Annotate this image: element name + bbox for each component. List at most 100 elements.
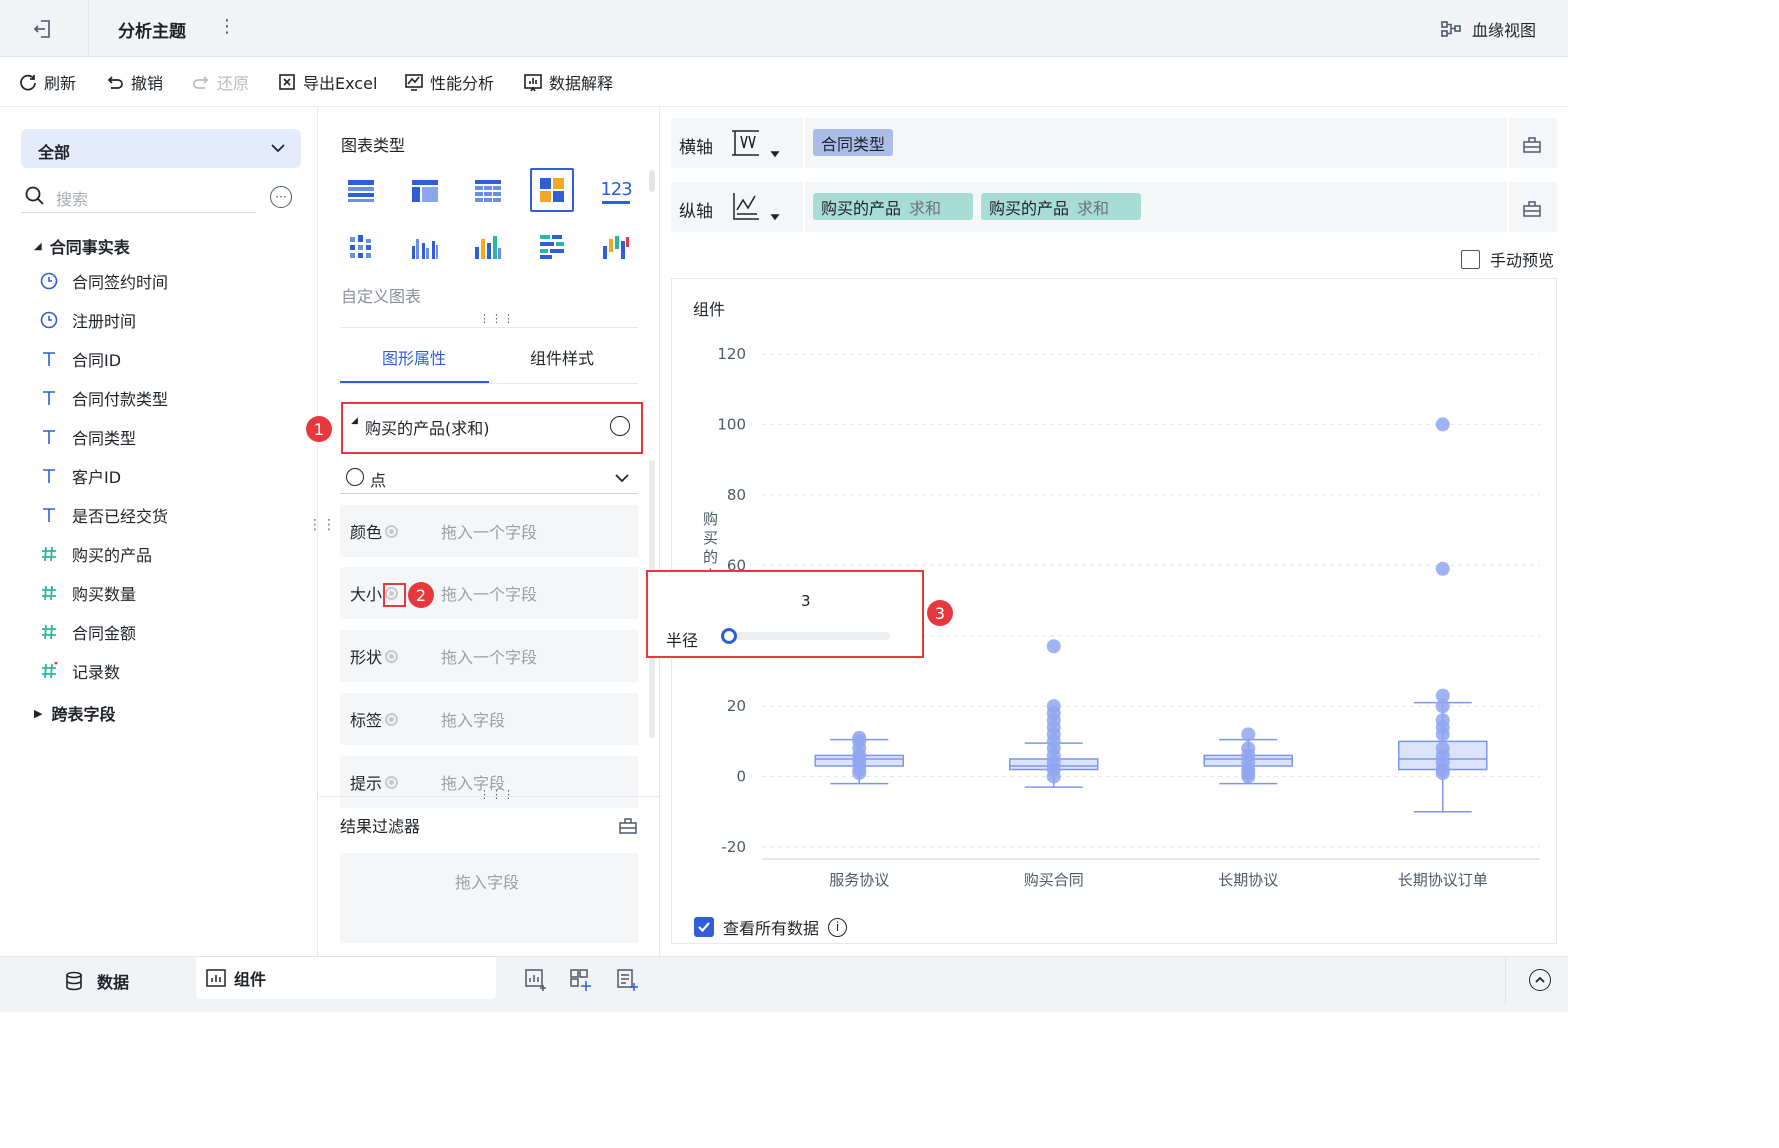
gear-icon[interactable] (385, 712, 399, 726)
step-badge-1: 1 (306, 416, 332, 442)
circle-mark-icon (346, 468, 364, 486)
tab-graph-properties[interactable]: 图形属性 (340, 330, 489, 384)
multi-color-bar-chart-icon[interactable] (597, 228, 635, 266)
redo-icon (193, 76, 209, 89)
x-field-name: 合同类型 (821, 134, 886, 154)
clock-icon (38, 311, 60, 329)
view-all-data-toggle[interactable]: 查看所有数据 i (694, 915, 848, 939)
filter-drop-zone[interactable]: 拖入字段 (340, 853, 638, 943)
info-icon[interactable]: i (828, 917, 848, 937)
dot-matrix-chart-icon[interactable] (342, 228, 380, 266)
data-point (1435, 417, 1450, 432)
mark-type-select[interactable]: 点 (340, 463, 638, 494)
field-label: 合同ID (72, 351, 122, 370)
custom-grid-chart-icon[interactable] (530, 168, 574, 212)
x-axis-label: 横轴 (679, 138, 713, 158)
data-explain-button[interactable]: 数据解释 (523, 70, 613, 94)
drag-handle-icon[interactable]: ⋮⋮⋮ (479, 313, 515, 324)
table-chart-icon[interactable] (342, 172, 380, 210)
field-item[interactable]: 记录数 (38, 658, 120, 684)
field-item[interactable]: 合同付款类型 (38, 385, 168, 411)
more-options-icon[interactable]: ··· (270, 186, 292, 208)
scope-select[interactable]: 全部 (21, 129, 301, 168)
tab-component-style[interactable]: 组件样式 (489, 330, 638, 384)
data-point (1435, 727, 1450, 742)
x-field-pill[interactable]: 合同类型 (813, 129, 894, 156)
field-item[interactable]: 合同金额 (38, 619, 136, 645)
lineage-view-button[interactable]: 血缘视图 (1440, 17, 1536, 41)
checkbox-checked-icon[interactable] (694, 917, 714, 937)
field-item[interactable]: 合同签约时间 (38, 268, 168, 294)
field-item[interactable]: 是否已经交货 (38, 502, 168, 528)
table-node[interactable]: ◢ 合同事实表 (34, 234, 130, 258)
result-filter-title: 结果过滤器 (340, 817, 421, 836)
more-menu-button[interactable]: ⋮ (218, 16, 236, 37)
horizontal-bar-chart-icon[interactable] (533, 228, 571, 266)
property-drop-row[interactable]: 颜色 拖入一个字段 (340, 505, 638, 557)
pivot-table-chart-icon[interactable] (406, 172, 444, 210)
export-excel-button[interactable]: 导出Excel (277, 70, 377, 94)
performance-analysis-button[interactable]: 性能分析 (404, 70, 494, 94)
filter-settings-icon[interactable] (618, 815, 638, 835)
data-point (1046, 769, 1061, 784)
x-axis-settings-icon[interactable] (1522, 134, 1542, 154)
export-excel-label: 导出Excel (303, 74, 378, 93)
gear-icon[interactable] (385, 649, 399, 663)
field-item[interactable]: 合同ID (38, 346, 121, 372)
x-axis-sort-icon[interactable] (729, 128, 781, 162)
tab-data[interactable]: 数据 (0, 957, 195, 1005)
radius-popup: 3 半径 (646, 570, 924, 658)
y-field-agg: 求和 (909, 198, 942, 218)
field-panel: 全部 搜索 ··· ◢ 合同事实表 合同签约时间 注册时间 合同ID 合同付款类型 合同… (0, 108, 336, 956)
y-tick-label: 20 (727, 697, 746, 715)
property-drop-row[interactable]: 标签 拖入字段 (340, 693, 638, 745)
detail-table-chart-icon[interactable] (469, 172, 507, 210)
y-axis-settings-icon[interactable] (1522, 198, 1542, 218)
field-item[interactable]: 购买数量 (38, 580, 136, 606)
property-drop-row[interactable]: 形状 拖入一个字段 (340, 630, 638, 682)
gear-icon[interactable] (385, 775, 399, 789)
cross-table-node[interactable]: ▶ 跨表字段 (34, 701, 115, 725)
field-label: 记录数 (72, 663, 121, 682)
chevron-down-icon (615, 474, 629, 483)
field-item[interactable]: 合同类型 (38, 424, 136, 450)
field-label: 合同类型 (72, 429, 137, 448)
page-title: 分析主题 (118, 22, 186, 42)
y-tick-label: 0 (736, 768, 746, 786)
chart-type-title: 图表类型 (341, 136, 406, 155)
y-axis-sort-icon[interactable] (729, 190, 781, 226)
y-field-pill-2[interactable]: 购买的产品 求和 (981, 193, 1141, 220)
field-item[interactable]: 购买的产品 (38, 541, 152, 567)
tab-data-label: 数据 (97, 973, 130, 992)
add-report-icon[interactable] (615, 968, 639, 992)
refresh-icon (20, 74, 36, 91)
property-name: 大小 (350, 585, 383, 604)
y-field-pill-1[interactable]: 购买的产品 求和 (813, 193, 973, 220)
radius-slider-thumb[interactable] (721, 628, 737, 644)
colored-bar-chart-icon[interactable] (469, 228, 507, 266)
redo-button[interactable]: 还原 (191, 70, 249, 94)
gear-icon[interactable] (385, 524, 399, 538)
add-dashboard-icon[interactable] (569, 968, 593, 992)
search-field[interactable]: 搜索 (21, 180, 256, 213)
manual-preview-toggle[interactable]: 手动预览 (1461, 247, 1554, 271)
radius-slider-track[interactable] (730, 632, 890, 640)
manual-preview-label: 手动预览 (1490, 251, 1555, 270)
add-component-icon[interactable] (524, 968, 548, 992)
search-icon (25, 186, 44, 205)
lineage-icon (1441, 21, 1461, 37)
grouped-bar-chart-icon[interactable] (406, 228, 444, 266)
tab-component[interactable]: 组件 (196, 957, 496, 999)
refresh-button[interactable]: 刷新 (18, 70, 76, 94)
field-label: 客户ID (72, 468, 122, 487)
field-item[interactable]: 客户ID (38, 463, 121, 489)
manual-preview-checkbox[interactable] (1461, 249, 1480, 269)
field-item[interactable]: 注册时间 (38, 307, 136, 333)
text-type-icon (38, 507, 60, 523)
custom-chart-link[interactable]: 自定义图表 (341, 283, 421, 307)
exit-icon[interactable] (30, 16, 56, 42)
undo-button[interactable]: 撤销 (105, 70, 163, 94)
collapse-up-icon[interactable] (1529, 969, 1551, 991)
scroll-thumb[interactable] (649, 170, 655, 192)
number-chart-icon[interactable]: 123 (597, 172, 635, 210)
